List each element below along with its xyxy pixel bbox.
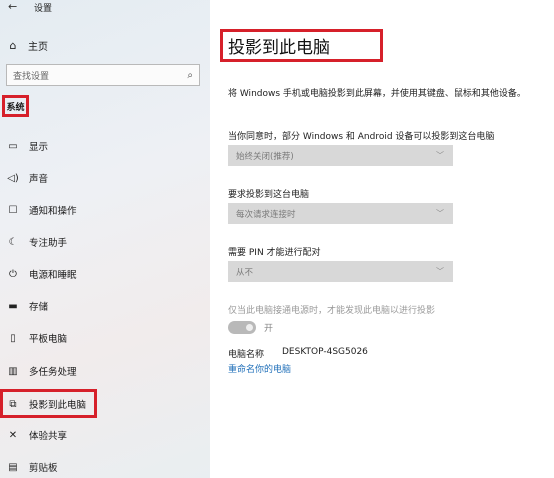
sidebar-item-label: 主页 xyxy=(28,41,48,53)
sidebar-item-label: 声音 xyxy=(29,174,49,185)
search-input[interactable]: 查找设置 ⌕ xyxy=(6,64,200,86)
rename-pc-link[interactable]: 重命名你的电脑 xyxy=(228,362,291,375)
dropdown-value: 从不 xyxy=(236,267,254,278)
search-placeholder: 查找设置 xyxy=(13,71,50,82)
sidebar-item-notifications[interactable]: ☐ 通知和操作 xyxy=(6,201,77,219)
power-icon: ⏻ xyxy=(9,268,17,280)
monitor-icon: ▭ xyxy=(8,140,18,152)
field-label-pin: 需要 PIN 才能进行配对 xyxy=(228,248,321,258)
page-description: 将 Windows 手机或电脑投影到此屏幕，并使用其键盘、鼠标和其他设备。 xyxy=(228,89,526,99)
chevron-down-icon: ﹀ xyxy=(436,267,444,276)
back-arrow-icon[interactable]: ← xyxy=(8,0,17,13)
sidebar-item-label: 通知和操作 xyxy=(29,206,77,217)
sidebar-item-label: 电源和睡眠 xyxy=(29,270,77,281)
availability-dropdown[interactable]: 始终关闭(推荐) ﹀ xyxy=(228,145,453,166)
sidebar-item-clipboard[interactable]: ▤ 剪贴板 xyxy=(6,458,58,476)
sidebar-item-storage[interactable]: ▬ 存储 xyxy=(6,297,48,315)
pin-dropdown[interactable]: 从不 ﹀ xyxy=(228,261,453,282)
sidebar-item-label: 存储 xyxy=(29,302,49,313)
moon-icon: ☾ xyxy=(8,236,18,248)
sidebar-item-label: 体验共享 xyxy=(29,431,68,442)
dropdown-value: 每次请求连接时 xyxy=(236,209,296,220)
sidebar-item-display[interactable]: ▭ 显示 xyxy=(6,137,48,155)
page-title: 投影到此电脑 xyxy=(228,38,330,58)
toggle-knob xyxy=(246,324,253,331)
multitask-icon: ▥ xyxy=(8,365,18,377)
sidebar-item-label: 多任务处理 xyxy=(29,367,77,378)
sidebar-item-label: 剪贴板 xyxy=(29,463,58,474)
storage-icon: ▬ xyxy=(8,300,18,312)
clipboard-icon: ▤ xyxy=(8,461,18,473)
page-title-box: 投影到此电脑 xyxy=(220,29,383,62)
pc-name-value: DESKTOP-4SG5026 xyxy=(282,347,368,357)
sidebar-item-tablet[interactable]: ▯ 平板电脑 xyxy=(6,329,67,347)
chevron-down-icon: ﹀ xyxy=(436,151,444,160)
ask-projection-dropdown[interactable]: 每次请求连接时 ﹀ xyxy=(228,203,453,224)
sidebar-item-multitasking[interactable]: ▥ 多任务处理 xyxy=(6,362,77,380)
chevron-down-icon: ﹀ xyxy=(436,209,444,218)
sidebar-item-shared-experiences[interactable]: ✕ 体验共享 xyxy=(6,426,67,444)
main-content: 投影到此电脑 将 Windows 手机或电脑投影到此屏幕，并使用其键盘、鼠标和其… xyxy=(210,0,554,478)
field-label-ask: 要求投影到这台电脑 xyxy=(228,190,310,200)
speaker-icon: ◁) xyxy=(7,172,19,184)
app-title: 设置 xyxy=(34,4,53,14)
dropdown-value: 始终关闭(推荐) xyxy=(236,151,294,162)
home-icon: ⌂ xyxy=(9,38,17,52)
toggle-label: 开 xyxy=(264,324,274,334)
sidebar-item-focus-assist[interactable]: ☾ 专注助手 xyxy=(6,233,68,251)
share-icon: ✕ xyxy=(8,429,18,441)
active-item-highlight xyxy=(0,389,97,418)
sidebar-item-label: 专注助手 xyxy=(29,238,68,249)
section-label: 系统 xyxy=(6,102,25,113)
sidebar-item-home[interactable]: ⌂ 主页 xyxy=(6,37,49,53)
sidebar-item-power-sleep[interactable]: ⏻ 电源和睡眠 xyxy=(6,265,77,283)
tablet-icon: ▯ xyxy=(10,332,16,344)
sidebar: ← 设置 ⌂ 主页 查找设置 ⌕ 系统 ▭ 显示 ◁) 声音 ☐ 通知和操作 ☾… xyxy=(0,0,210,478)
search-icon[interactable]: ⌕ xyxy=(187,70,193,81)
notification-icon: ☐ xyxy=(8,204,18,216)
power-only-toggle[interactable] xyxy=(228,321,256,334)
pc-name-label: 电脑名称 xyxy=(228,350,265,360)
sidebar-item-label: 显示 xyxy=(29,142,49,153)
power-hint: 仅当此电脑接通电源时，才能发现此电脑以进行投影 xyxy=(228,306,436,316)
section-header-system: 系统 xyxy=(2,95,29,117)
field-label-availability: 当你同意时，部分 Windows 和 Android 设备可以投影到这台电脑 xyxy=(228,132,495,142)
sidebar-item-label: 平板电脑 xyxy=(29,334,68,345)
sidebar-item-sound[interactable]: ◁) 声音 xyxy=(6,169,48,187)
